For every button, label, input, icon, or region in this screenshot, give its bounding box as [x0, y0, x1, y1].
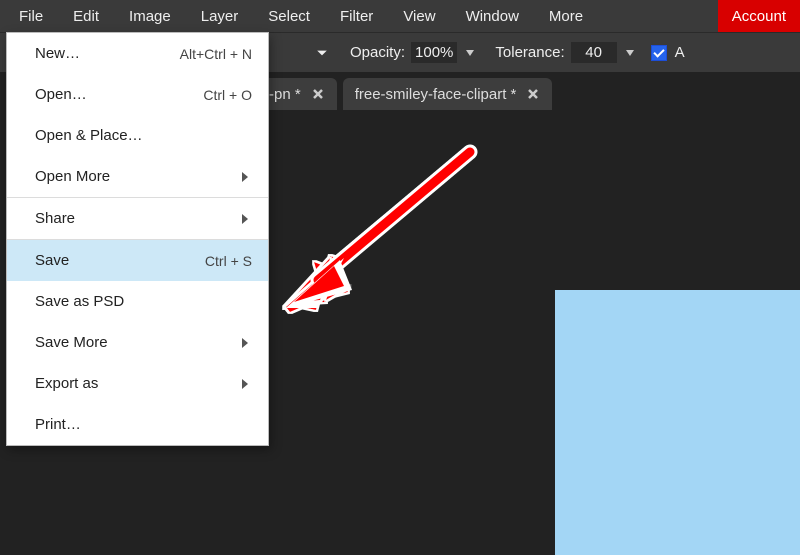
- file-menu-open[interactable]: Open… Ctrl + O: [7, 74, 268, 115]
- file-menu-print[interactable]: Print…: [7, 404, 268, 445]
- menu-item-shortcut: Ctrl + S: [205, 253, 252, 269]
- menu-layer[interactable]: Layer: [186, 0, 254, 32]
- chevron-right-icon: [241, 171, 249, 183]
- menubar-spacer: [598, 0, 718, 32]
- toolbar-trailing-label: A: [675, 44, 685, 61]
- tab-close-button[interactable]: [526, 87, 540, 101]
- opacity-value[interactable]: 100%: [411, 42, 457, 63]
- menu-window[interactable]: Window: [451, 0, 534, 32]
- menu-edit[interactable]: Edit: [58, 0, 114, 32]
- submenu-arrow: [238, 170, 252, 184]
- file-menu-export-as[interactable]: Export as: [7, 363, 268, 404]
- opacity-dropdown[interactable]: [461, 44, 479, 62]
- file-menu-save-more[interactable]: Save More: [7, 322, 268, 363]
- submenu-arrow: [238, 336, 252, 350]
- opacity-label: Opacity:: [338, 44, 407, 61]
- menu-more[interactable]: More: [534, 0, 598, 32]
- submenu-arrow: [238, 212, 252, 226]
- menu-image[interactable]: Image: [114, 0, 186, 32]
- file-menu-dropdown: New… Alt+Ctrl + N Open… Ctrl + O Open & …: [6, 32, 269, 446]
- file-menu-open-more[interactable]: Open More: [7, 156, 268, 197]
- tolerance-value[interactable]: 40: [571, 42, 617, 63]
- canvas-document[interactable]: [555, 290, 800, 555]
- file-menu-save[interactable]: Save Ctrl + S: [7, 240, 268, 281]
- menu-file[interactable]: File: [4, 0, 58, 32]
- menubar: File Edit Image Layer Select Filter View…: [0, 0, 800, 32]
- chevron-down-icon: [316, 47, 328, 59]
- chevron-right-icon: [241, 213, 249, 225]
- tolerance-dropdown[interactable]: [621, 44, 639, 62]
- submenu-arrow: [238, 377, 252, 391]
- file-menu-open-and-place[interactable]: Open & Place…: [7, 115, 268, 156]
- menu-item-label: Open More: [35, 168, 110, 185]
- menu-item-shortcut: Ctrl + O: [203, 87, 252, 103]
- close-icon: [311, 87, 325, 101]
- menu-item-shortcut: Alt+Ctrl + N: [180, 46, 252, 62]
- tool-dropdown[interactable]: [294, 40, 334, 66]
- tab-label: free-smiley-face-clipart *: [355, 86, 517, 103]
- menu-item-label: Open & Place…: [35, 127, 143, 144]
- tolerance-label: Tolerance:: [483, 44, 566, 61]
- tab-label: -pn *: [269, 86, 301, 103]
- menu-account[interactable]: Account: [718, 0, 800, 32]
- triangle-down-icon: [465, 48, 475, 58]
- menu-filter[interactable]: Filter: [325, 0, 388, 32]
- menu-item-label: New…: [35, 45, 80, 62]
- menu-item-label: Save: [35, 252, 69, 269]
- menu-item-label: Share: [35, 210, 75, 227]
- close-icon: [526, 87, 540, 101]
- menu-view[interactable]: View: [388, 0, 450, 32]
- chevron-right-icon: [241, 337, 249, 349]
- document-tab[interactable]: free-smiley-face-clipart *: [343, 78, 553, 110]
- toolbar-checkbox[interactable]: [651, 45, 667, 61]
- triangle-down-icon: [625, 48, 635, 58]
- file-menu-new[interactable]: New… Alt+Ctrl + N: [7, 33, 268, 74]
- menu-item-label: Save More: [35, 334, 108, 351]
- menu-item-label: Open…: [35, 86, 87, 103]
- file-menu-share[interactable]: Share: [7, 198, 268, 239]
- file-menu-save-as-psd[interactable]: Save as PSD: [7, 281, 268, 322]
- menu-item-label: Save as PSD: [35, 293, 124, 310]
- menu-item-label: Export as: [35, 375, 98, 392]
- chevron-right-icon: [241, 378, 249, 390]
- menu-item-label: Print…: [35, 416, 81, 433]
- menu-select[interactable]: Select: [253, 0, 325, 32]
- tab-close-button[interactable]: [311, 87, 325, 101]
